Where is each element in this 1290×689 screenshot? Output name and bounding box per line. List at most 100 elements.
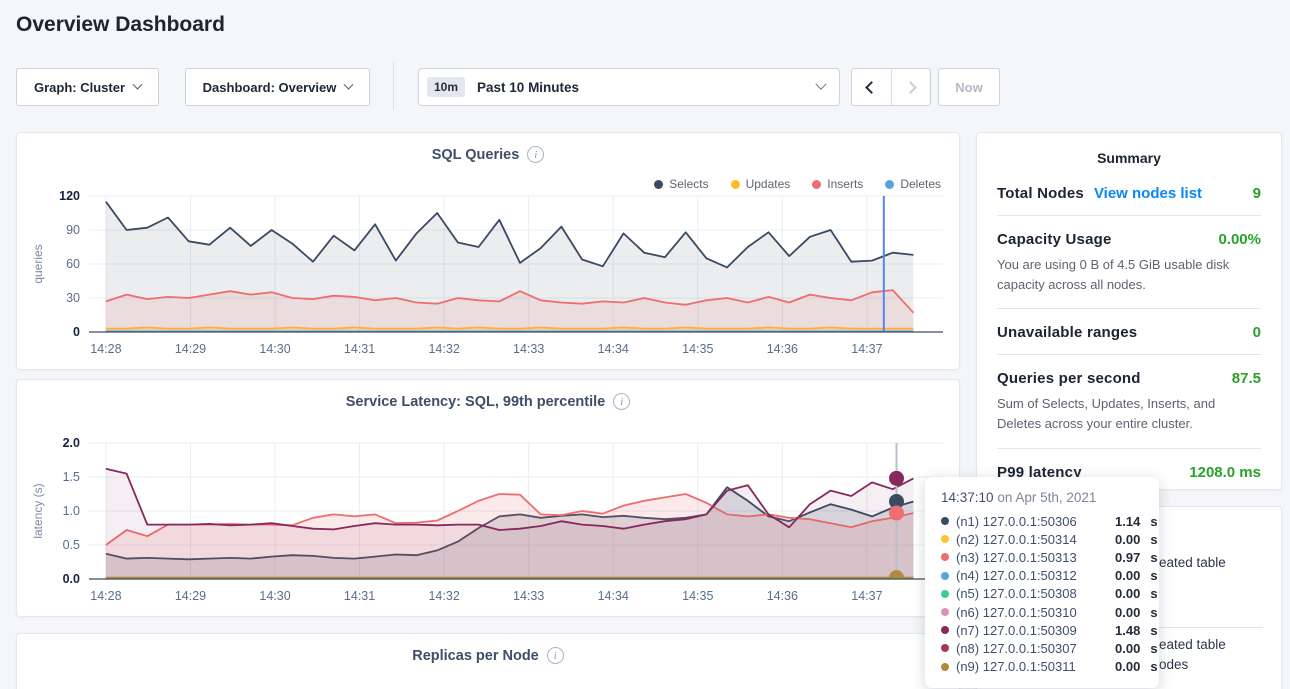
tooltip-node-value: 0.00 bbox=[1115, 641, 1140, 656]
legend-dot-icon bbox=[812, 180, 821, 189]
tooltip-time: 14:37:10 bbox=[941, 490, 994, 505]
time-range-badge: 10m bbox=[427, 77, 465, 97]
tooltip-row: (n4) 127.0.0.1:503120.00s bbox=[941, 567, 1143, 585]
tooltip-node-address: (n2) 127.0.0.1:50314 bbox=[956, 532, 1108, 547]
series-color-dot-icon bbox=[941, 663, 949, 671]
chevron-down-icon bbox=[344, 79, 354, 89]
tooltip-node-address: (n5) 127.0.0.1:50308 bbox=[956, 586, 1108, 601]
legend-dot-icon bbox=[731, 180, 740, 189]
sql-queries-chart[interactable]: 14:2814:2914:3014:3114:3214:3314:3414:35… bbox=[25, 189, 953, 363]
tooltip-row: (n6) 127.0.0.1:503100.00s bbox=[941, 603, 1143, 621]
tooltip-rows: (n1) 127.0.0.1:503061.14s(n2) 127.0.0.1:… bbox=[941, 512, 1143, 676]
unavailable-ranges-label: Unavailable ranges bbox=[997, 324, 1137, 341]
tooltip-date: on Apr 5th, 2021 bbox=[994, 490, 1097, 505]
tooltip-row: (n2) 127.0.0.1:503140.00s bbox=[941, 530, 1143, 548]
svg-text:14:28: 14:28 bbox=[90, 342, 121, 356]
tooltip-node-value: 0.97 bbox=[1115, 550, 1140, 565]
service-latency-chart[interactable]: 14:2814:2914:3014:3114:3214:3314:3414:35… bbox=[25, 436, 953, 610]
svg-text:0.0: 0.0 bbox=[63, 572, 80, 586]
series-color-dot-icon bbox=[941, 590, 949, 598]
capacity-usage-description: You are using 0 B of 4.5 GiB usable disk… bbox=[997, 255, 1261, 308]
tooltip-node-unit: s bbox=[1150, 514, 1157, 529]
time-step-buttons bbox=[851, 68, 931, 106]
chevron-down-icon bbox=[133, 79, 143, 89]
total-nodes-value: 9 bbox=[1253, 185, 1261, 202]
svg-text:14:29: 14:29 bbox=[175, 342, 206, 356]
svg-text:0.5: 0.5 bbox=[63, 538, 80, 552]
tooltip-node-address: (n7) 127.0.0.1:50309 bbox=[956, 623, 1108, 638]
svg-text:14:31: 14:31 bbox=[344, 342, 375, 356]
time-back-button[interactable] bbox=[852, 69, 891, 105]
tooltip-node-unit: s bbox=[1150, 568, 1157, 583]
svg-text:60: 60 bbox=[66, 257, 80, 271]
queries-per-second-description: Sum of Selects, Updates, Inserts, and De… bbox=[997, 394, 1261, 447]
tooltip-node-address: (n3) 127.0.0.1:50313 bbox=[956, 550, 1108, 565]
svg-text:14:37: 14:37 bbox=[851, 589, 882, 603]
chevron-left-icon bbox=[865, 81, 878, 94]
tooltip-node-value: 0.00 bbox=[1115, 659, 1140, 674]
svg-text:14:33: 14:33 bbox=[513, 342, 544, 356]
svg-text:14:36: 14:36 bbox=[767, 589, 798, 603]
svg-text:14:35: 14:35 bbox=[682, 589, 713, 603]
tooltip-node-value: 1.48 bbox=[1115, 623, 1140, 638]
now-button[interactable]: Now bbox=[938, 68, 1000, 106]
tooltip-node-unit: s bbox=[1150, 586, 1157, 601]
tooltip-node-value: 0.00 bbox=[1115, 568, 1140, 583]
svg-text:14:31: 14:31 bbox=[344, 589, 375, 603]
overview-dashboard-page: Overview Dashboard Graph: Cluster Dashbo… bbox=[0, 0, 1290, 689]
event-item-fragment: eated table bbox=[1159, 637, 1226, 652]
tooltip-node-address: (n9) 127.0.0.1:50311 bbox=[956, 659, 1108, 674]
toolbar-divider bbox=[393, 62, 394, 110]
sql-queries-panel: SQL Queries i SelectsUpdatesInsertsDelet… bbox=[16, 132, 960, 370]
tooltip-node-address: (n8) 127.0.0.1:50307 bbox=[956, 641, 1108, 656]
dashboard-dropdown[interactable]: Dashboard: Overview bbox=[185, 68, 370, 106]
service-latency-title: Service Latency: SQL, 99th percentile bbox=[346, 394, 606, 410]
queries-per-second-value: 87.5 bbox=[1232, 370, 1261, 387]
info-icon[interactable]: i bbox=[527, 146, 544, 163]
time-range-selector[interactable]: 10m Past 10 Minutes bbox=[418, 68, 840, 106]
info-icon[interactable]: i bbox=[547, 647, 564, 664]
svg-text:14:28: 14:28 bbox=[90, 589, 121, 603]
svg-text:1.5: 1.5 bbox=[63, 470, 80, 484]
graph-dropdown[interactable]: Graph: Cluster bbox=[16, 68, 159, 106]
series-color-dot-icon bbox=[941, 535, 949, 543]
svg-text:14:30: 14:30 bbox=[259, 342, 290, 356]
tooltip-row: (n9) 127.0.0.1:503110.00s bbox=[941, 658, 1143, 676]
tooltip-node-unit: s bbox=[1150, 550, 1157, 565]
tooltip-node-address: (n4) 127.0.0.1:50312 bbox=[956, 568, 1108, 583]
graph-dropdown-label: Graph: Cluster bbox=[34, 80, 125, 95]
svg-text:14:36: 14:36 bbox=[767, 342, 798, 356]
svg-text:2.0: 2.0 bbox=[63, 436, 80, 450]
svg-text:14:29: 14:29 bbox=[175, 589, 206, 603]
series-color-dot-icon bbox=[941, 517, 949, 525]
series-color-dot-icon bbox=[941, 572, 949, 580]
chevron-down-icon bbox=[815, 79, 826, 90]
tooltip-row: (n8) 127.0.0.1:503070.00s bbox=[941, 639, 1143, 657]
svg-text:14:37: 14:37 bbox=[851, 342, 882, 356]
event-item-fragment: eated table bbox=[1159, 555, 1226, 570]
svg-text:1.0: 1.0 bbox=[63, 504, 80, 518]
info-icon[interactable]: i bbox=[613, 393, 630, 410]
time-forward-button[interactable] bbox=[891, 69, 931, 105]
event-item-fragment: odes bbox=[1159, 657, 1188, 672]
tooltip-node-value: 0.00 bbox=[1115, 532, 1140, 547]
page-title: Overview Dashboard bbox=[16, 13, 225, 37]
sql-queries-title: SQL Queries bbox=[432, 147, 520, 163]
svg-text:0: 0 bbox=[73, 325, 80, 339]
p99-latency-value: 1208.0 ms bbox=[1189, 464, 1261, 481]
svg-text:14:30: 14:30 bbox=[259, 589, 290, 603]
tooltip-node-value: 1.14 bbox=[1115, 514, 1140, 529]
svg-text:120: 120 bbox=[59, 189, 80, 203]
series-color-dot-icon bbox=[941, 644, 949, 652]
tooltip-node-value: 0.00 bbox=[1115, 586, 1140, 601]
service-latency-panel: Service Latency: SQL, 99th percentile i … bbox=[16, 379, 960, 617]
svg-text:90: 90 bbox=[66, 223, 80, 237]
dashboard-dropdown-label: Dashboard: Overview bbox=[203, 80, 337, 95]
svg-text:14:34: 14:34 bbox=[598, 589, 629, 603]
series-color-dot-icon bbox=[941, 626, 949, 634]
svg-text:14:32: 14:32 bbox=[428, 589, 459, 603]
chart-hover-tooltip: 14:37:10 on Apr 5th, 2021 (n1) 127.0.0.1… bbox=[925, 477, 1159, 688]
tooltip-node-unit: s bbox=[1150, 605, 1157, 620]
tooltip-node-address: (n1) 127.0.0.1:50306 bbox=[956, 514, 1108, 529]
view-nodes-list-link[interactable]: View nodes list bbox=[1094, 185, 1202, 202]
